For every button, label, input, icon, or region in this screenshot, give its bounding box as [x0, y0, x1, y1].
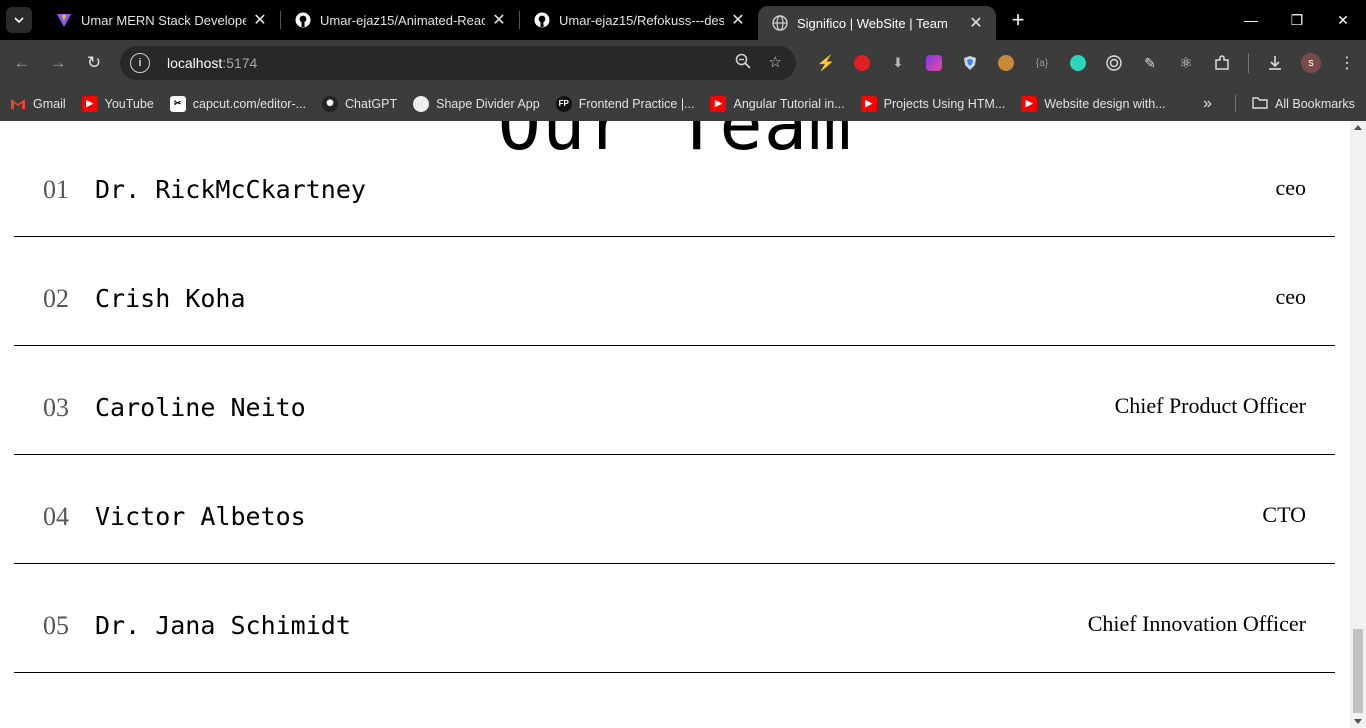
member-name: Crish Koha: [95, 284, 246, 313]
member-role: ceo: [1275, 284, 1306, 309]
browser-toolbar: ← → ↻ i localhost:5174 ☆ ⚡ ⬇ {a} ✎ ⚛ s ⋮: [0, 40, 1366, 86]
member-role: Chief Product Officer: [1114, 393, 1306, 418]
omnibox-actions: ☆: [735, 53, 782, 73]
scroll-down-icon[interactable]: [1354, 719, 1362, 724]
bookmark-gmail[interactable]: Gmail: [10, 96, 66, 112]
bookmark-capcut[interactable]: ✂ capcut.com/editor-...: [169, 95, 306, 112]
bookmark-projects-using-html[interactable]: ▶ Projects Using HTM...: [860, 95, 1005, 112]
all-bookmarks-button[interactable]: All Bookmarks: [1252, 86, 1355, 121]
gmail-icon: [10, 96, 26, 112]
toolbar-divider: [1248, 53, 1249, 73]
member-number: 03: [43, 393, 69, 422]
close-icon[interactable]: ✕: [252, 10, 268, 30]
bookmark-shape-divider[interactable]: Shape Divider App: [413, 95, 540, 112]
bookmark-frontend-practice[interactable]: FP Frontend Practice |...: [555, 95, 694, 112]
tab-strip: Umar MERN Stack Developer | P ✕ Umar-eja…: [0, 0, 1366, 40]
react-devtools-icon[interactable]: ⚛: [1168, 40, 1204, 86]
youtube-icon: ▶: [860, 95, 877, 112]
bookmark-youtube[interactable]: ▶ YouTube: [81, 95, 154, 112]
youtube-icon: ▶: [1021, 95, 1038, 112]
gradient-extension-icon[interactable]: [916, 40, 952, 86]
member-role: Chief Innovation Officer: [1087, 611, 1306, 636]
tab-title: Significo | WebSite | Team: [797, 15, 948, 31]
github-icon: [295, 12, 311, 28]
team-member-row[interactable]: 03 Caroline Neito Chief Product Officer: [14, 346, 1335, 455]
close-icon[interactable]: ✕: [491, 10, 507, 30]
scroll-up-icon[interactable]: [1354, 125, 1362, 130]
chatgpt-icon: ✺: [322, 95, 339, 112]
team-member-row[interactable]: 02 Crish Koha ceo: [14, 237, 1335, 346]
member-name: Caroline Neito: [95, 393, 306, 422]
target-extension-icon[interactable]: [1096, 40, 1132, 86]
forward-arrow-icon[interactable]: →: [40, 53, 76, 73]
scrollbar-thumb[interactable]: [1353, 629, 1363, 713]
tab-title: Umar MERN Stack Developer | P: [81, 12, 246, 28]
member-name: Dr. Jana Schimidt: [95, 611, 351, 640]
page-viewport: Our Team 01 Dr. RickMcCkartney ceo 02 Crish …: [0, 121, 1366, 728]
address-bar[interactable]: i localhost:5174 ☆: [120, 46, 796, 80]
download-extension-icon[interactable]: ⬇: [880, 40, 916, 86]
globe-extension-icon[interactable]: [1060, 40, 1096, 86]
bookmark-website-design[interactable]: ▶ Website design with...: [1021, 95, 1166, 112]
bookmark-star-icon[interactable]: ☆: [769, 53, 782, 73]
bookmark-chatgpt[interactable]: ✺ ChatGPT: [322, 95, 397, 112]
youtube-icon: ▶: [710, 95, 727, 112]
bookmarks-divider: [1235, 95, 1236, 112]
tab-title: Umar-ejaz15/Refokuss---design: [559, 12, 724, 28]
globe-icon: [772, 15, 788, 31]
json-extension-icon[interactable]: {a}: [1024, 40, 1060, 86]
eyedropper-extension-icon[interactable]: ✎: [1132, 40, 1168, 86]
member-role: ceo: [1275, 175, 1306, 200]
minimize-icon[interactable]: —: [1228, 0, 1274, 40]
block-extension-icon[interactable]: [844, 40, 880, 86]
reload-icon[interactable]: ↻: [76, 53, 112, 73]
close-icon[interactable]: ✕: [968, 13, 984, 33]
tab-search-button[interactable]: [6, 7, 32, 33]
member-role: CTO: [1262, 502, 1306, 527]
fp-icon: FP: [555, 95, 572, 112]
restore-icon[interactable]: ❐: [1274, 0, 1320, 40]
shape-divider-icon: [413, 95, 430, 112]
profile-avatar[interactable]: s: [1293, 40, 1329, 86]
lightning-extension-icon[interactable]: ⚡: [808, 40, 844, 86]
chevron-down-icon: [14, 17, 24, 23]
tab-2[interactable]: Umar-ejaz15/Refokuss---design ✕: [520, 0, 758, 40]
url-text[interactable]: localhost:5174: [167, 55, 257, 71]
downloads-icon[interactable]: [1257, 40, 1293, 86]
member-number: 04: [43, 502, 69, 531]
github-icon: [534, 12, 550, 28]
tab-3-active[interactable]: Significo | WebSite | Team ✕: [758, 6, 996, 40]
capcut-icon: ✂: [169, 95, 186, 112]
tab-title: Umar-ejaz15/Animated-React-js: [320, 12, 485, 28]
cookie-extension-icon[interactable]: [988, 40, 1024, 86]
site-info-icon[interactable]: i: [130, 53, 150, 73]
bookmark-angular-tutorial[interactable]: ▶ Angular Tutorial in...: [710, 95, 845, 112]
puzzle-extensions-icon[interactable]: [1204, 40, 1240, 86]
zoom-icon[interactable]: [735, 53, 751, 73]
member-name: Victor Albetos: [95, 502, 306, 531]
vite-icon: [56, 12, 72, 28]
member-number: 01: [43, 175, 69, 204]
extensions-bar: ⚡ ⬇ {a} ✎ ⚛ s ⋮: [808, 40, 1365, 86]
close-icon[interactable]: ✕: [730, 10, 746, 30]
shield-extension-icon[interactable]: [952, 40, 988, 86]
vertical-scrollbar[interactable]: [1350, 121, 1366, 728]
member-number: 02: [43, 284, 69, 313]
member-number: 05: [43, 611, 69, 640]
member-name: Dr. RickMcCkartney: [95, 175, 366, 204]
close-window-icon[interactable]: ✕: [1320, 0, 1366, 40]
chevron-right-icon[interactable]: »: [1203, 86, 1212, 121]
new-tab-button[interactable]: +: [1000, 7, 1036, 33]
folder-icon: [1252, 96, 1268, 112]
window-controls: — ❐ ✕: [1228, 0, 1366, 40]
bookmarks-bar: Gmail ▶ YouTube ✂ capcut.com/editor-... ✺ C…: [0, 86, 1366, 121]
team-member-row[interactable]: 01 Dr. RickMcCkartney ceo: [14, 128, 1335, 237]
tab-1[interactable]: Umar-ejaz15/Animated-React-js ✕: [281, 0, 519, 40]
team-member-row[interactable]: 05 Dr. Jana Schimidt Chief Innovation Offi…: [14, 564, 1335, 673]
team-member-row[interactable]: 04 Victor Albetos CTO: [14, 455, 1335, 564]
tab-0[interactable]: Umar MERN Stack Developer | P ✕: [42, 0, 280, 40]
youtube-icon: ▶: [81, 95, 98, 112]
kebab-menu-icon[interactable]: ⋮: [1329, 40, 1365, 86]
back-arrow-icon[interactable]: ←: [4, 53, 40, 73]
